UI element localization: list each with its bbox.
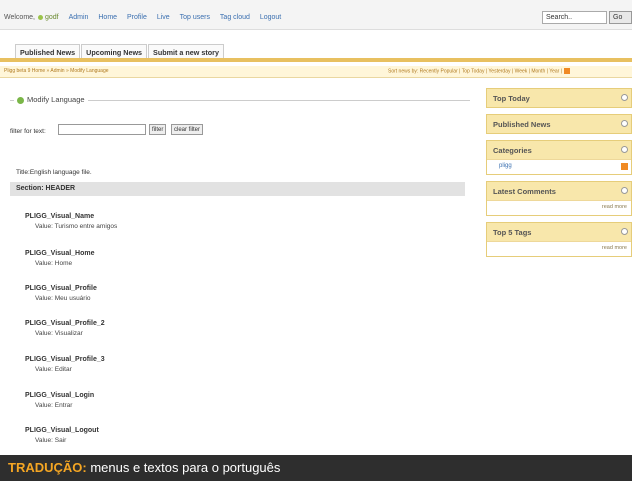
read-more-link[interactable]: read more bbox=[602, 204, 627, 210]
top-nav: Welcome, godf Admin Home Profile Live Top… bbox=[4, 14, 281, 21]
sidebar-body: read more bbox=[487, 200, 631, 215]
nav-link-profile[interactable]: Profile bbox=[127, 14, 147, 21]
expand-icon[interactable] bbox=[621, 228, 628, 235]
search-input[interactable]: Search.. bbox=[542, 11, 607, 24]
language-entry[interactable]: PLIGG_Visual_Login Value: Entrar bbox=[25, 392, 94, 409]
search-go-button[interactable]: Go bbox=[609, 11, 632, 24]
sort-links[interactable]: Sort news by: Recently Popular | Top Tod… bbox=[388, 68, 571, 74]
top-bar: Welcome, godf Admin Home Profile Live Top… bbox=[0, 0, 632, 30]
username-link[interactable]: godf bbox=[45, 14, 59, 21]
entry-value: Value: Home bbox=[35, 260, 73, 267]
entry-key: PLIGG_Visual_Profile bbox=[25, 285, 97, 292]
language-entry[interactable]: PLIGG_Visual_Home Value: Home bbox=[25, 250, 95, 267]
nav-link-home[interactable]: Home bbox=[98, 14, 117, 21]
tab-published-news[interactable]: Published News bbox=[15, 44, 81, 58]
sidebar-header[interactable]: Published News bbox=[487, 115, 631, 133]
caption-label: TRADUÇÃO: bbox=[8, 460, 87, 475]
entry-key: PLIGG_Visual_Profile_2 bbox=[25, 320, 105, 327]
language-entry[interactable]: PLIGG_Visual_Logout Value: Sair bbox=[25, 427, 99, 444]
entry-key: PLIGG_Visual_Home bbox=[25, 250, 95, 257]
entry-value: Value: Visualizar bbox=[35, 330, 83, 337]
tab-submit-story[interactable]: Submit a new story bbox=[148, 44, 224, 58]
read-more-link[interactable]: read more bbox=[602, 245, 627, 251]
expand-icon[interactable] bbox=[621, 146, 628, 153]
sidebar-body: pligg bbox=[487, 159, 631, 174]
caption-text: menus e textos para o português bbox=[86, 460, 281, 475]
expand-icon[interactable] bbox=[621, 94, 628, 101]
breadcrumb-bar: Pligg beta 9 Home » Admin » Modify Langu… bbox=[0, 66, 632, 78]
breadcrumb[interactable]: Pligg beta 9 Home » Admin » Modify Langu… bbox=[4, 68, 109, 74]
sidebar-header[interactable]: Top 5 Tags bbox=[487, 223, 631, 241]
entry-key: PLIGG_Visual_Login bbox=[25, 392, 95, 399]
caption-bar: TRADUÇÃO: menus e textos para o portuguê… bbox=[0, 455, 632, 481]
nav-link-logout[interactable]: Logout bbox=[260, 14, 281, 21]
category-link[interactable]: pligg bbox=[499, 163, 512, 169]
tab-upcoming-news[interactable]: Upcoming News bbox=[81, 44, 148, 58]
sidebar-categories: Categories pligg bbox=[486, 140, 632, 175]
entry-key: PLIGG_Visual_Logout bbox=[25, 427, 99, 434]
language-entry[interactable]: PLIGG_Visual_Profile_2 Value: Visualizar bbox=[25, 320, 105, 337]
language-file-title: Title:English language file. bbox=[16, 169, 92, 176]
panel-legend: Modify Language bbox=[14, 95, 88, 104]
sidebar-top-tags: Top 5 Tags read more bbox=[486, 222, 632, 257]
clear-filter-button[interactable]: clear filter bbox=[171, 124, 204, 135]
entry-value: Value: Turismo entre amigos bbox=[35, 223, 118, 230]
sidebar-body: read more bbox=[487, 241, 631, 256]
entry-value: Value: Editar bbox=[35, 366, 72, 373]
news-tabs: Published News Upcoming News Submit a ne… bbox=[15, 44, 225, 58]
expand-icon[interactable] bbox=[621, 120, 628, 127]
rss-icon[interactable] bbox=[621, 163, 628, 170]
sidebar-header[interactable]: Latest Comments bbox=[487, 182, 631, 200]
sidebar-header[interactable]: Categories bbox=[487, 141, 631, 159]
sidebar-top-today: Top Today bbox=[486, 88, 632, 108]
nav-link-admin[interactable]: Admin bbox=[69, 14, 89, 21]
language-entry[interactable]: PLIGG_Visual_Profile_3 Value: Editar bbox=[25, 356, 105, 373]
filter-input[interactable] bbox=[58, 124, 146, 135]
filter-label: filter for text: bbox=[10, 128, 46, 135]
welcome-text: Welcome, bbox=[4, 14, 35, 21]
rss-icon[interactable] bbox=[564, 68, 571, 74]
entry-value: Value: Meu usuário bbox=[35, 295, 91, 302]
sidebar-header[interactable]: Top Today bbox=[487, 89, 631, 107]
user-icon bbox=[38, 14, 43, 20]
sidebar: Top Today Published News Categories plig… bbox=[486, 88, 632, 263]
language-icon bbox=[17, 96, 24, 104]
section-header: Section: HEADER bbox=[10, 182, 465, 196]
nav-link-top-users[interactable]: Top users bbox=[180, 14, 210, 21]
sidebar-published-news: Published News bbox=[486, 114, 632, 134]
entry-key: PLIGG_Visual_Name bbox=[25, 213, 95, 220]
entry-value: Value: Entrar bbox=[35, 402, 73, 409]
filter-button[interactable]: filter bbox=[149, 124, 167, 135]
language-entry[interactable]: PLIGG_Visual_Name Value: Turismo entre a… bbox=[25, 213, 117, 230]
nav-link-live[interactable]: Live bbox=[157, 14, 170, 21]
language-entry[interactable]: PLIGG_Visual_Profile Value: Meu usuário bbox=[25, 285, 97, 302]
entry-key: PLIGG_Visual_Profile_3 bbox=[25, 356, 105, 363]
tab-underline bbox=[0, 58, 632, 62]
sidebar-latest-comments: Latest Comments read more bbox=[486, 181, 632, 216]
expand-icon[interactable] bbox=[621, 187, 628, 194]
nav-link-tag-cloud[interactable]: Tag cloud bbox=[220, 14, 250, 21]
entry-value: Value: Sair bbox=[35, 437, 67, 444]
